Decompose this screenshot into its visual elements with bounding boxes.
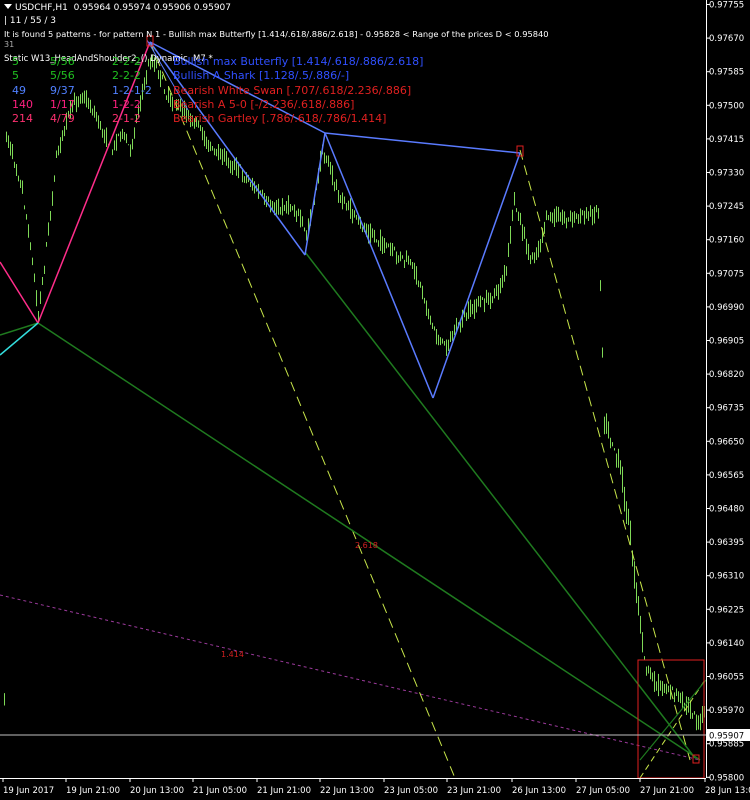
price-tick-label: 0.96735 xyxy=(709,404,744,414)
price-tick-label: 0.97075 xyxy=(709,269,744,279)
time-tick-label: 21 Jun 05:00 xyxy=(193,786,247,796)
time-tick-label: 27 Jun 05:00 xyxy=(576,786,630,796)
green-trendline xyxy=(304,251,696,759)
price-tick-label: 0.96310 xyxy=(709,572,744,582)
green-trendline xyxy=(37,322,701,761)
time-tick-label: 22 Jun 13:00 xyxy=(320,786,374,796)
bullish-pattern-leg xyxy=(304,132,326,256)
time-tick-label: 27 Jun 21:00 xyxy=(640,786,694,796)
price-tick-label: 0.97160 xyxy=(709,236,744,246)
bullish-pattern-leg xyxy=(324,132,521,154)
price-chart[interactable]: 0.97755 0.97670 0.97585 0.97500 0.97415 0.973… xyxy=(0,0,750,800)
price-tick-label: 0.97670 xyxy=(709,34,744,44)
price-tick-label: 0.96650 xyxy=(709,437,744,447)
price-tick-label: 0.97500 xyxy=(709,101,744,111)
pattern-leg-cyan xyxy=(0,322,39,356)
price-tick-label: 0.97245 xyxy=(709,202,744,212)
price-tick-label: 0.96565 xyxy=(709,471,744,481)
bearish-pattern-leg xyxy=(0,261,39,324)
price-tick-label: 0.97330 xyxy=(709,169,744,179)
bullish-pattern-leg xyxy=(149,41,326,134)
time-tick-label: 21 Jun 21:00 xyxy=(257,786,311,796)
time-tick-label: 28 Jun 13:00 xyxy=(705,786,750,796)
price-tick-label: 0.95800 xyxy=(709,773,744,783)
price-tick-label: 0.95970 xyxy=(709,706,744,716)
target-zone-box xyxy=(637,659,705,779)
bullish-pattern-leg xyxy=(149,41,306,256)
price-tick-label: 0.97755 xyxy=(709,1,744,11)
time-tick-label: 19 Jun 21:00 xyxy=(66,786,120,796)
pattern-lines-layer xyxy=(0,35,707,779)
time-tick-label: 19 Jun 2017 xyxy=(3,786,54,796)
candles-layer xyxy=(4,54,705,731)
time-tick-label: 23 Jun 21:00 xyxy=(447,786,501,796)
time-tick-label: 26 Jun 13:00 xyxy=(512,786,566,796)
price-tick-label: 0.97415 xyxy=(709,135,744,145)
price-tick-label: 0.96395 xyxy=(709,538,744,548)
bullish-pattern-leg xyxy=(324,132,434,399)
current-price-label: 0.95907 xyxy=(709,732,744,742)
green-trendline xyxy=(0,322,39,336)
price-tick-label: 0.96905 xyxy=(709,337,744,347)
price-tick-label: 0.96990 xyxy=(709,303,744,313)
price-tick-label: 0.97585 xyxy=(709,68,744,78)
price-tick-label: 0.96480 xyxy=(709,505,744,515)
bearish-pattern-leg xyxy=(37,41,151,324)
price-tick-label: 0.96055 xyxy=(709,673,744,683)
price-tick-label: 0.96225 xyxy=(709,605,744,615)
time-tick-label: 23 Jun 05:00 xyxy=(384,786,438,796)
time-tick-label: 20 Jun 13:00 xyxy=(130,786,184,796)
price-tick-label: 0.96820 xyxy=(709,370,744,380)
price-tick-label: 0.96140 xyxy=(709,639,744,649)
dashed-fib-line-right xyxy=(519,149,691,761)
dashed-fib-line-left xyxy=(149,41,456,779)
